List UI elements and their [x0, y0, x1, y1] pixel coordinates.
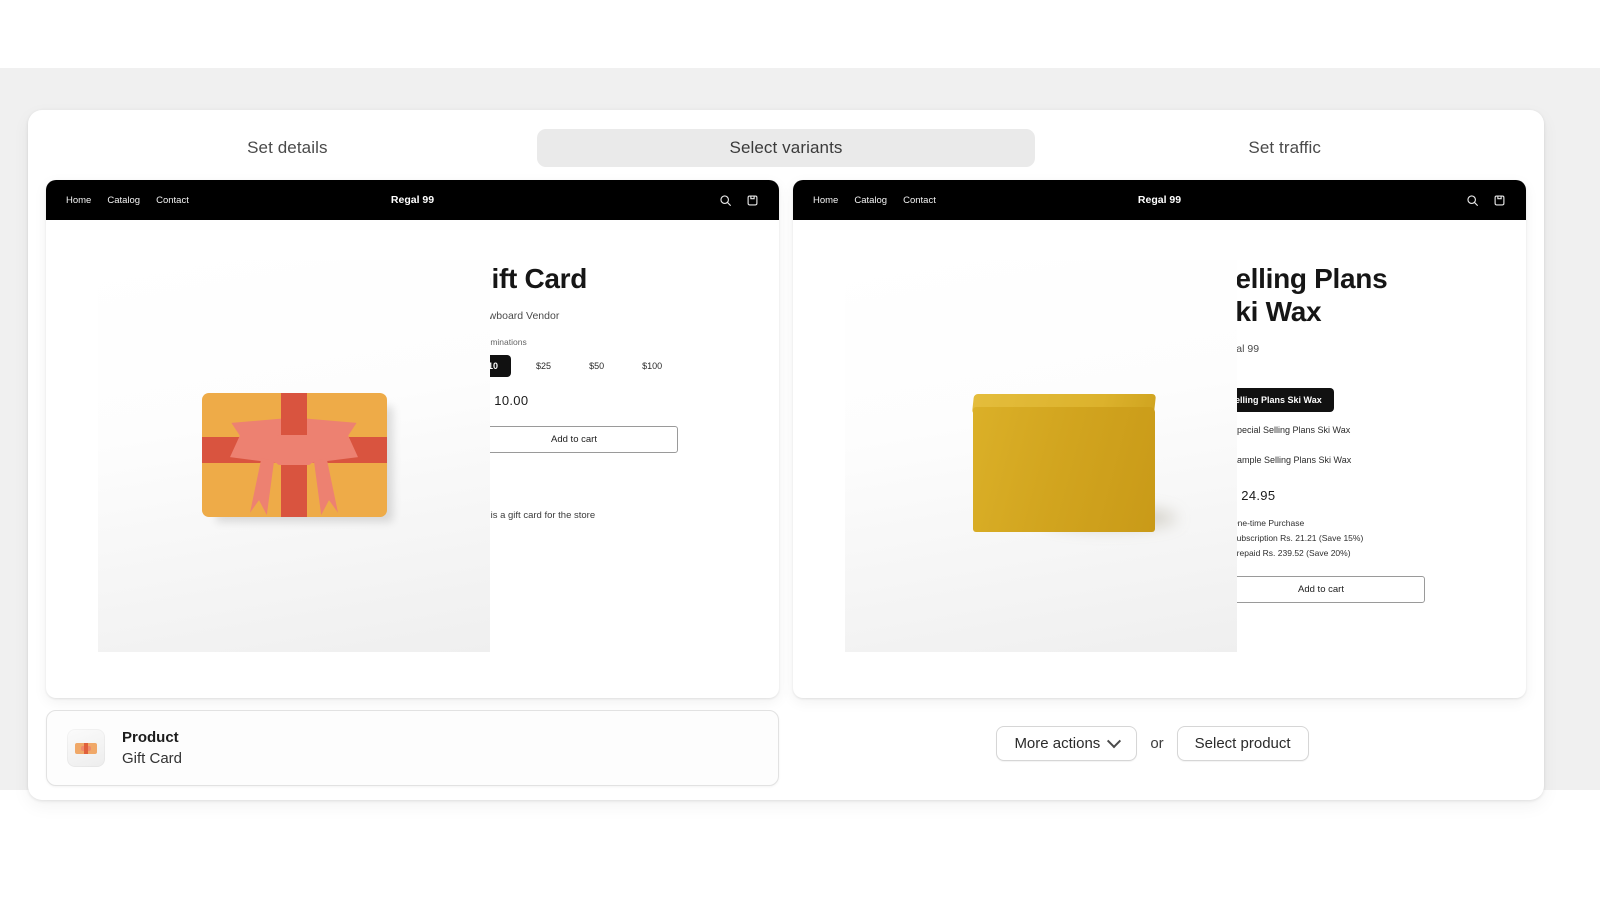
gift-card-thumbnail-icon [67, 729, 105, 767]
storefront-header-right: Home Catalog Contact Regal 99 [793, 180, 1526, 220]
tab-set-traffic-label: Set traffic [1248, 138, 1321, 157]
denomination-options: $10 $25 $50 $100 [470, 355, 749, 378]
product-media-right [793, 220, 1237, 698]
selected-product-label: Product [122, 729, 179, 746]
product-title-left: Gift Card [470, 263, 588, 294]
chevron-down-icon [1107, 733, 1122, 748]
nav-home[interactable]: Home [66, 195, 91, 206]
search-icon[interactable] [719, 194, 732, 207]
tab-set-details[interactable]: Set details [38, 129, 537, 167]
storefront-nav-left: Home Catalog Contact [66, 195, 189, 206]
product-vendor-right: Regal 99 [1217, 343, 1260, 356]
selected-product-value: Gift Card [122, 750, 183, 767]
product-title-right-line1: Selling Plans [1217, 263, 1388, 294]
denomination-option-25[interactable]: $25 [523, 355, 564, 377]
tab-set-details-label: Set details [247, 138, 328, 157]
select-product-button[interactable]: Select product [1176, 726, 1309, 761]
denomination-option-50[interactable]: $50 [576, 355, 617, 377]
selling-plan-one-time-purchase-label: One-time Purchase [1231, 518, 1305, 529]
storefront-icons-left [719, 194, 759, 207]
wizard-card: Set details Select variants Set traffic … [28, 110, 1544, 800]
nav-home[interactable]: Home [813, 195, 838, 206]
or-separator: or [1150, 735, 1164, 752]
variant-option-sample-selling-plans-ski-wax[interactable]: Sample Selling Plans Ski Wax [1217, 448, 1496, 472]
app-root: Set details Select variants Set traffic … [0, 0, 1600, 900]
tab-set-traffic[interactable]: Set traffic [1035, 129, 1534, 167]
wizard-tab-bar: Set details Select variants Set traffic [28, 120, 1544, 176]
storefront-nav-right: Home Catalog Contact [813, 195, 936, 206]
product-description-left: This is a gift card for the store [470, 510, 596, 522]
select-product-label: Select product [1194, 735, 1291, 752]
tab-select-variants[interactable]: Select variants [536, 129, 1036, 167]
cart-icon[interactable] [1493, 194, 1506, 207]
search-icon[interactable] [1466, 194, 1479, 207]
nav-catalog[interactable]: Catalog [107, 195, 140, 206]
selling-plan-prepaid[interactable]: Prepaid Rs. 239.52 (Save 20%) [1217, 548, 1496, 558]
cart-icon[interactable] [746, 194, 759, 207]
storefront-body-right: Selling Plans Ski Wax Regal 99 Title Sel… [793, 220, 1526, 698]
selling-plan-subscription[interactable]: Subscription Rs. 21.21 (Save 15%) [1217, 533, 1496, 543]
ski-wax-block-photo [845, 260, 1237, 652]
product-title-right-line2: Ski Wax [1217, 296, 1322, 328]
preview-panel-left[interactable]: Home Catalog Contact Regal 99 Gift Card … [46, 180, 779, 698]
denomination-option-100[interactable]: $100 [629, 355, 675, 377]
selected-product-card[interactable]: Product Gift Card [46, 710, 779, 786]
selling-plan-options: One-time Purchase Subscription Rs. 21.21… [1217, 518, 1496, 558]
more-actions-label: More actions [1014, 735, 1101, 752]
footer-row: Product Gift Card More actions or Select… [46, 710, 1526, 800]
product-vendor-left: Snowboard Vendor [470, 310, 560, 323]
nav-catalog[interactable]: Catalog [854, 195, 887, 206]
selling-plan-subscription-label: Subscription Rs. 21.21 (Save 15%) [1231, 533, 1364, 544]
storefront-body-left: Gift Card Snowboard Vendor Denominations… [46, 220, 779, 698]
preview-panel-right[interactable]: Home Catalog Contact Regal 99 Selling Pl… [793, 180, 1526, 698]
add-to-cart-button-right[interactable]: Add to cart [1217, 576, 1425, 604]
product-price-left: Rs. 10.00 [470, 393, 529, 409]
product-media-left [46, 220, 490, 698]
product-title-right: Selling Plans Ski Wax [1217, 262, 1496, 328]
nav-contact[interactable]: Contact [156, 195, 189, 206]
variant-options-right: Selling Plans Ski Wax Special Selling Pl… [1217, 388, 1496, 472]
tab-select-variants-label: Select variants [729, 138, 843, 157]
footer-actions: More actions or Select product [779, 710, 1526, 761]
selling-plan-prepaid-label: Prepaid Rs. 239.52 (Save 20%) [1231, 548, 1351, 559]
storefront-icons-right [1466, 194, 1506, 207]
storefront-header-left: Home Catalog Contact Regal 99 [46, 180, 779, 220]
option-label-denominations: Denominations [470, 337, 527, 348]
product-price-right: Rs. 24.95 [1217, 488, 1276, 504]
option-label-title: Title [1217, 370, 1496, 380]
selling-plan-one-time-purchase[interactable]: One-time Purchase [1217, 518, 1496, 528]
add-to-cart-button-left[interactable]: Add to cart [470, 426, 678, 454]
variant-preview-panels: Home Catalog Contact Regal 99 Gift Card … [46, 180, 1526, 698]
gift-card-illustration [98, 260, 490, 652]
variant-option-special-selling-plans-ski-wax[interactable]: Special Selling Plans Ski Wax [1217, 418, 1496, 442]
nav-contact[interactable]: Contact [903, 195, 936, 206]
more-actions-button[interactable]: More actions [996, 726, 1138, 761]
